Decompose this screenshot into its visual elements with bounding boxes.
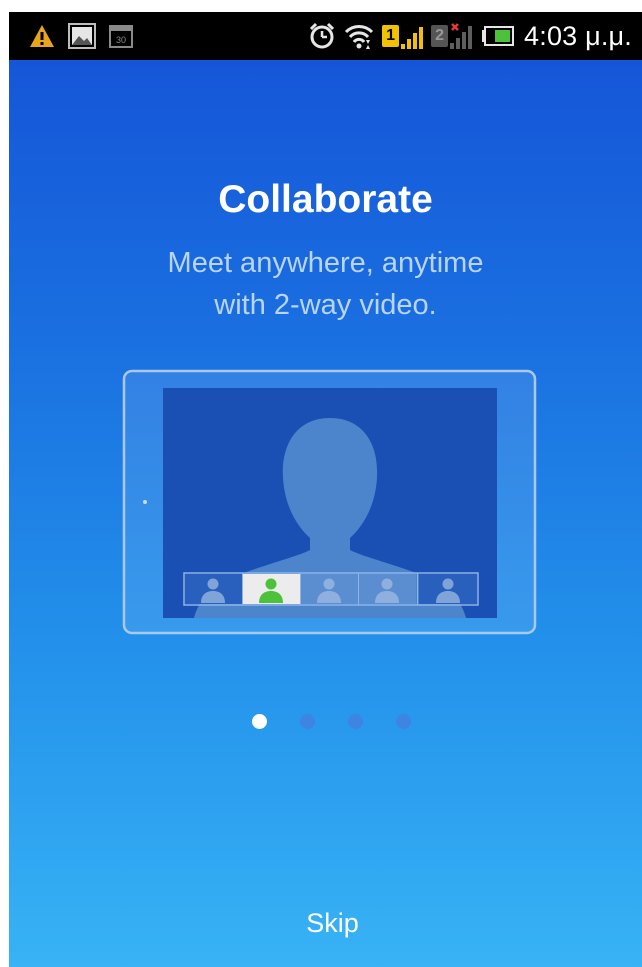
- calendar-date-label: 30: [116, 35, 126, 45]
- onboarding-page[interactable]: Collaborate Meet anywhere, anytime with …: [9, 60, 642, 967]
- page-dot-2[interactable]: [300, 714, 315, 729]
- participant-thumb-1: [185, 574, 242, 604]
- battery-icon: [482, 26, 515, 46]
- sim1-signal-icon: 1: [382, 23, 424, 49]
- status-bar-notifications: 30: [29, 22, 133, 50]
- page-dot-3[interactable]: [348, 714, 363, 729]
- sim1-badge: 1: [382, 25, 400, 47]
- page-dot-4[interactable]: [396, 714, 411, 729]
- warning-icon: [30, 25, 54, 47]
- sim2-badge: 2: [431, 25, 449, 47]
- participant-strip: [183, 572, 479, 606]
- calendar-icon: 30: [109, 25, 133, 48]
- tablet-video-call-illustration: [122, 369, 537, 635]
- participant-thumb-2-active: [243, 574, 300, 604]
- participant-thumb-4: [359, 574, 416, 604]
- page-indicator: [252, 714, 411, 729]
- skip-button[interactable]: Skip: [275, 898, 390, 948]
- tablet-camera-dot: [143, 500, 147, 504]
- alarm-clock-icon: [309, 22, 335, 49]
- status-bar-system: 1 2 4:03 μ.μ.: [308, 20, 632, 52]
- participant-thumb-5: [419, 574, 477, 604]
- status-bar: 30 1 2 4:03 μ.μ.: [9, 12, 642, 60]
- participant-thumb-3: [301, 574, 358, 604]
- status-bar-time: 4:03 μ.μ.: [524, 20, 632, 51]
- wifi-icon: [344, 25, 374, 49]
- sim2-no-signal-icon: 2: [431, 23, 474, 49]
- screen: 30 1 2 4:03 μ.μ. Collaborate Meet anywhe…: [9, 12, 642, 967]
- page-dot-1-active[interactable]: [252, 714, 267, 729]
- image-notification-icon: [68, 23, 96, 49]
